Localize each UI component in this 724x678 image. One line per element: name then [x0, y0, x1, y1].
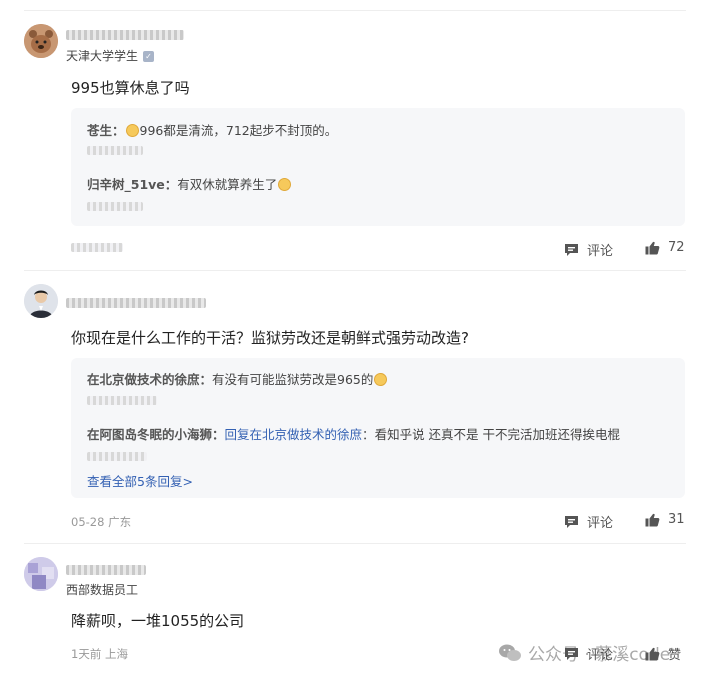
comment-meta-redacted — [71, 243, 123, 252]
comment-button[interactable]: 评论 — [564, 644, 613, 663]
reply-item[interactable]: 归辛树_51ve：有双休就算养生了 — [87, 174, 292, 193]
like-button[interactable]: 赞 — [645, 644, 681, 663]
comment-button[interactable]: 评论 — [564, 512, 613, 531]
avatar[interactable] — [24, 284, 58, 318]
reply-meta-redacted — [87, 396, 157, 405]
reply-text: 有没有可能监狱劳改是965的 — [212, 372, 374, 387]
reply-text: 有双休就算养生了 — [177, 177, 278, 192]
comment-content: 995也算休息了吗 — [71, 79, 190, 97]
emoji-icon — [125, 124, 139, 137]
thumbs-up-icon — [645, 241, 660, 254]
reply-item[interactable]: 在北京做技术的徐庶：有没有可能监狱劳改是965的 — [87, 369, 388, 388]
comment-icon — [565, 647, 578, 660]
reply-meta-redacted — [87, 202, 143, 211]
wechat-icon — [499, 644, 521, 661]
comment-meta: 05-28 广东 — [71, 515, 132, 529]
avatar[interactable] — [24, 24, 58, 58]
username-redacted[interactable] — [66, 565, 146, 575]
emoji-icon — [278, 178, 292, 191]
reply-text: 看知乎说 还真不是 干不完活加班还得挨电棍 — [374, 427, 621, 442]
verified-icon: ✓ — [143, 51, 155, 62]
divider — [24, 10, 686, 11]
reply-meta-redacted — [87, 452, 147, 461]
reply-item[interactable]: 苍生： 996都是清流，712起步不封顶的。 — [87, 120, 337, 139]
avatar[interactable] — [24, 557, 58, 591]
divider — [24, 270, 686, 271]
comment-meta: 1天前 上海 — [71, 647, 128, 661]
user-badge: 天津大学学生 ✓ — [66, 47, 155, 64]
comment-content: 降薪呗，一堆1055的公司 — [71, 612, 245, 630]
thumbs-up-icon — [645, 513, 660, 526]
reply-author[interactable]: 在北京做技术的徐庶 — [87, 372, 200, 387]
reply-box: 在北京做技术的徐庶：有没有可能监狱劳改是965的 在阿图岛冬眠的小海狮：回复在北… — [71, 358, 685, 498]
comment-icon — [565, 243, 578, 256]
reply-text: 996都是清流，712起步不封顶的。 — [139, 123, 338, 138]
like-button[interactable]: 72 — [645, 240, 685, 255]
reply-author[interactable]: 在阿图岛冬眠的小海狮 — [87, 427, 212, 442]
thumbs-up-icon — [645, 647, 660, 660]
reply-meta-redacted — [87, 146, 143, 155]
view-all-replies-link[interactable]: 查看全部5条回复> — [87, 471, 193, 490]
reply-item[interactable]: 在阿图岛冬眠的小海狮：回复在北京做技术的徐庶：看知乎说 还真不是 干不完活加班还… — [87, 424, 620, 443]
comment-content: 你现在是什么工作的干活？监狱劳改还是朝鲜式强劳动改造? — [71, 329, 469, 347]
comment-icon — [565, 515, 578, 528]
reply-author[interactable]: 归辛树_51ve — [87, 177, 165, 192]
emoji-icon — [374, 373, 388, 386]
comment-button[interactable]: 评论 — [564, 240, 613, 259]
reply-author[interactable]: 苍生 — [87, 123, 112, 138]
username-redacted[interactable] — [66, 30, 184, 40]
like-button[interactable]: 31 — [645, 512, 685, 527]
username-redacted[interactable] — [66, 298, 206, 308]
divider — [24, 543, 686, 544]
reply-to-link[interactable]: 回复在北京做技术的徐庶 — [225, 427, 363, 442]
reply-box: 苍生： 996都是清流，712起步不封顶的。 归辛树_51ve：有双休就算养生了 — [71, 108, 685, 226]
user-badge: 西部数据员工 — [66, 583, 139, 597]
